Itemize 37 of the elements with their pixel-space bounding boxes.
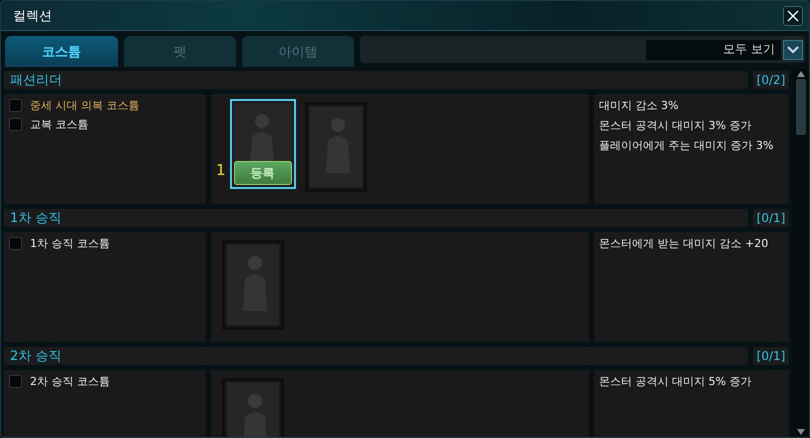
checkbox[interactable] — [9, 118, 22, 131]
chevron-down-icon — [787, 46, 799, 54]
section-count: [0/1] — [753, 209, 789, 227]
close-button[interactable] — [783, 6, 803, 26]
tab[interactable]: 아이템 — [242, 36, 354, 67]
section-title: 패션리더 — [4, 71, 748, 89]
effect-text: 몬스터 공격시 대미지 3% 증가 — [599, 118, 752, 133]
scroll-down-icon[interactable] — [797, 429, 805, 435]
register-button[interactable]: 등록 — [234, 161, 292, 185]
scrollbar[interactable] — [793, 69, 809, 437]
effect-text: 플레이어에게 주는 대미지 증가 3% — [599, 138, 774, 153]
costume-card[interactable] — [304, 102, 367, 192]
scroll-thumb[interactable] — [796, 79, 806, 135]
checkbox[interactable] — [9, 99, 22, 112]
section-count: [0/1] — [753, 347, 789, 365]
effect-text: 몬스터에게 받는 대미지 감소 +20 — [599, 236, 770, 251]
effect-text: 대미지 감소 3% — [599, 98, 680, 113]
dropdown-button[interactable] — [783, 40, 803, 60]
window-title: 컬렉션 — [13, 8, 52, 24]
section-title: 1차 승직 — [4, 209, 748, 227]
checkbox[interactable] — [9, 237, 22, 250]
item-label: 1차 승직 코스튬 — [30, 236, 110, 251]
filter-select[interactable]: 모두 보기 — [646, 40, 781, 60]
tab[interactable]: 펫 — [124, 36, 236, 67]
effect-text: 몬스터 공격시 대미지 5% 증가 — [599, 374, 752, 389]
scroll-up-icon[interactable] — [797, 71, 805, 77]
costume-card[interactable]: 등록 — [230, 99, 296, 189]
card-quantity: 1 — [216, 161, 226, 179]
item-label: 교복 코스튬 — [30, 117, 88, 132]
costume-card[interactable] — [222, 240, 284, 330]
item-label: 2차 승직 코스튬 — [30, 374, 110, 389]
section-count: [0/2] — [753, 71, 789, 89]
close-icon — [787, 10, 799, 22]
checkbox[interactable] — [9, 375, 22, 388]
section-title: 2차 승직 — [4, 347, 748, 365]
item-label: 중세 시대 의복 코스튬 — [30, 98, 140, 113]
tab[interactable]: 코스튬 — [5, 36, 118, 67]
